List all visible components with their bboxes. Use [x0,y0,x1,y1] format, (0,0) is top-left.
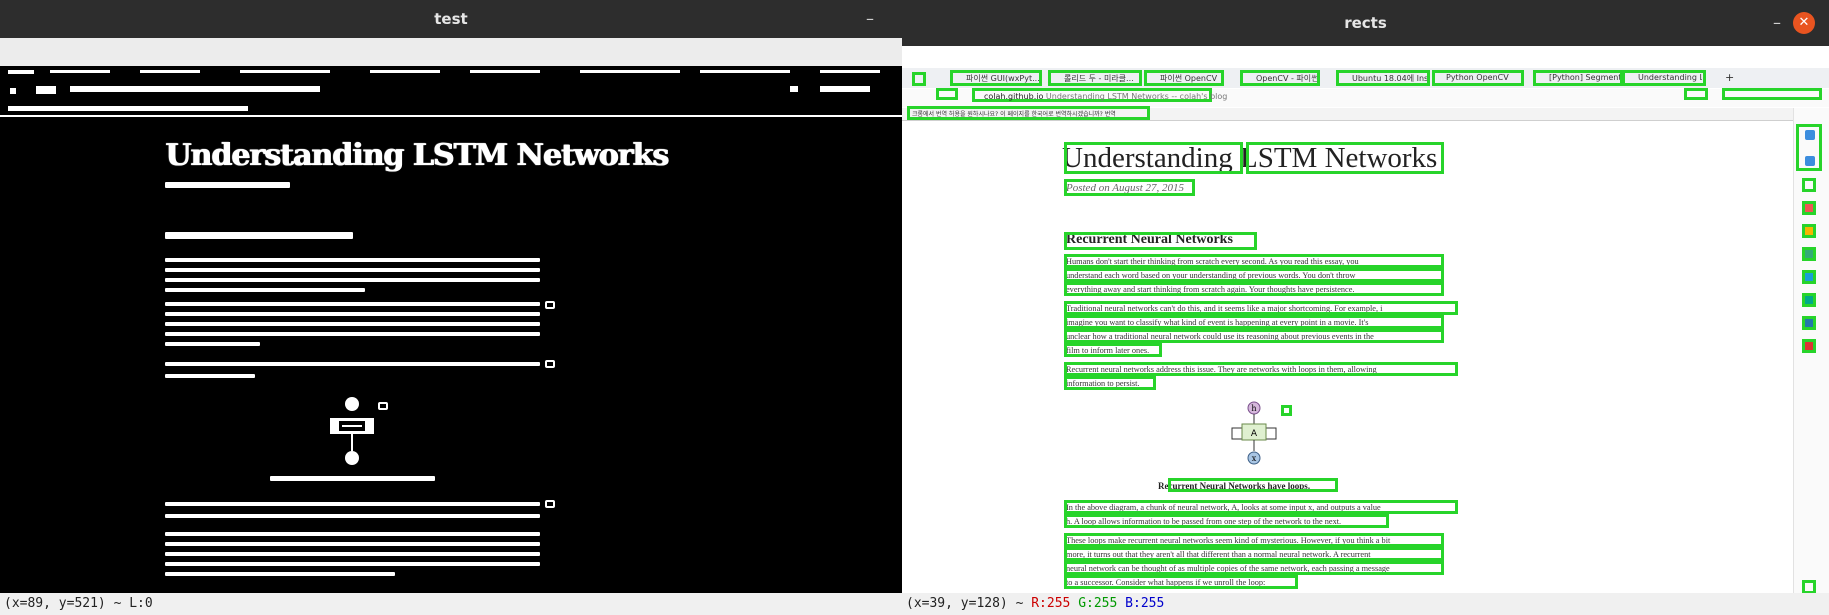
new-tab-button[interactable]: + [1725,71,1734,84]
search-icon[interactable] [1805,130,1815,140]
divider [902,120,1793,121]
test-status-text: (x=89, y=521) ~ L:0 [4,596,153,611]
info-bar-text: 크롬에서 번역 허용을 원하시나요? 이 페이지를 한국어로 번역하시겠습니까?… [912,111,1116,118]
diagram-cell-label: A [1251,429,1258,439]
sidebar-icon-3[interactable] [1802,224,1816,238]
close-button[interactable]: ✕ [1793,12,1815,34]
rects-window: rects – ✕ 파이썬 GUI(wxPyt... 롤리드 두 - 미라클..… [902,0,1829,615]
test-window-titlebar[interactable]: test [0,0,902,38]
bookmark-icon[interactable] [1805,156,1815,166]
binarized-browser-chrome [0,66,902,118]
pixel-red-value: R:255 [1031,596,1071,611]
minimize-button[interactable]: – [866,11,874,27]
url-path: Understanding LSTM Networks -- colah's b… [1043,92,1228,101]
rects-status-bar: (x=39, y=128) ~ R:255 G:255 B:255 [902,593,1829,615]
sidebar-icon-6[interactable] [1802,293,1816,307]
binarized-page: Understanding LSTM Networks [0,118,902,593]
extension-toolbar[interactable] [1722,88,1822,100]
diagram-output-label: h [1251,404,1256,413]
binarized-title: Understanding LSTM Networks [165,138,669,173]
sidebar-icon-2[interactable] [1802,201,1816,215]
test-window: test – Understanding LSTM Networks (x=89… [0,0,902,615]
rnn-loop-diagram: h A x [1231,401,1277,465]
sidebar-icon-5[interactable] [1802,270,1816,284]
pixel-coords: (x=39, y=128) ~ [906,596,1032,611]
sidebar-settings-icon[interactable] [1802,580,1816,593]
diagram-input-label: x [1252,454,1257,463]
pixel-green-value: G:255 [1078,596,1118,611]
sidebar-icon-8[interactable] [1802,339,1816,353]
rects-window-titlebar[interactable]: rects [902,0,1829,46]
tab-search-button[interactable] [912,72,926,86]
rects-window-title: rects [1344,14,1387,32]
test-window-title: test [434,10,468,28]
binarized-rnn-diagram [330,397,374,465]
reload-button[interactable] [936,88,958,100]
test-toolbar [0,38,902,66]
url-domain: colah.github.io [984,92,1044,101]
sidebar-icon-4[interactable] [1802,247,1816,261]
rects-image-area: 파이썬 GUI(wxPyt... 롤리드 두 - 미라클... 파이썬 Open… [902,46,1829,593]
test-status-bar: (x=89, y=521) ~ L:0 [0,593,902,615]
pixel-blue-value: B:255 [1125,596,1165,611]
comment-icon[interactable] [1281,405,1292,416]
bookmark-button[interactable] [1684,88,1708,100]
minimize-button[interactable]: – [1773,15,1781,31]
sidebar-icon-1[interactable] [1802,178,1816,192]
url-text: colah.github.io Understanding LSTM Netwo… [984,92,1227,101]
sidebar-icon-7[interactable] [1802,316,1816,330]
